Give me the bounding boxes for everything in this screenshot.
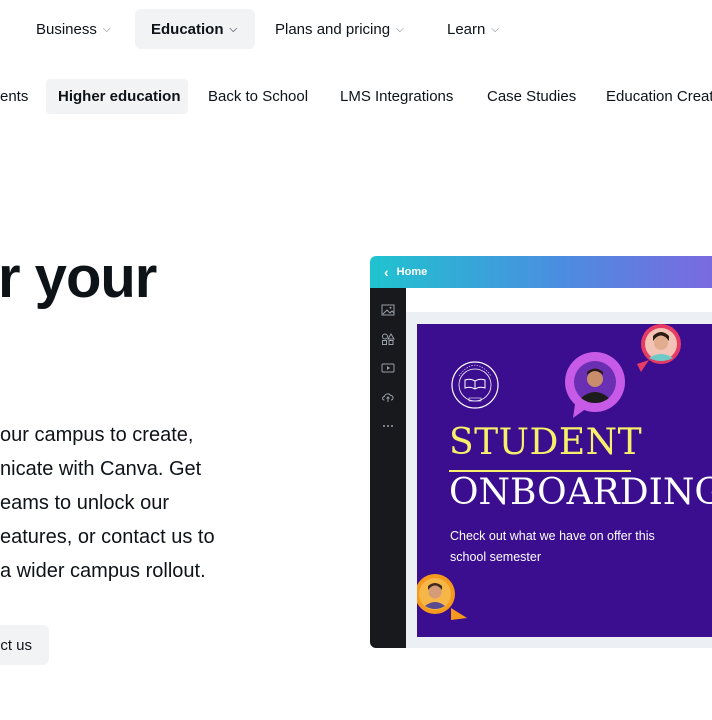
editor-preview: ‹ Home STUDENT ONBOARDING Check out what… — [370, 256, 712, 648]
nav-education[interactable]: Education ⌵ — [135, 9, 255, 49]
avatar-center — [565, 352, 625, 418]
hero-description: our campus to create, nicate with Canva.… — [0, 418, 260, 588]
nav-plans-and-pricing[interactable]: Plans and pricing ⌵ — [259, 9, 420, 49]
chevron-down-icon: ⌵ — [491, 23, 499, 35]
poster-title-student: STUDENT — [449, 422, 643, 463]
chevron-down-icon: ⌵ — [229, 23, 238, 35]
upload-icon[interactable] — [381, 391, 395, 403]
chevron-left-icon[interactable]: ‹ — [384, 264, 389, 280]
top-navigation: Business ⌵ Education ⌵ Plans and pricing… — [0, 9, 712, 49]
editor-home-link[interactable]: Home — [397, 266, 428, 278]
contact-us-button[interactable]: ct us — [0, 625, 49, 665]
chevron-down-icon: ⌵ — [102, 23, 111, 35]
subnav-item-lms-integrations[interactable]: LMS Integrations — [328, 79, 465, 114]
hero-line: our campus to create, — [0, 424, 194, 446]
nav-plans-label: Plans and pricing — [275, 20, 391, 38]
avatar-bottom-left — [417, 574, 467, 620]
nav-business-label: Business — [36, 20, 97, 38]
avatar-top-right — [637, 324, 681, 372]
hero-line: nicate with Canva. Get — [0, 458, 202, 480]
subnav-item-back-to-school[interactable]: Back to School — [196, 79, 320, 114]
design-poster[interactable]: STUDENT ONBOARDING Check out what we hav… — [417, 324, 712, 637]
poster-title-onboarding: ONBOARDING — [449, 472, 712, 513]
subnav-item-higher-education[interactable]: Higher education — [46, 79, 188, 114]
nav-business[interactable]: Business ⌵ — [20, 9, 126, 49]
subnav-item-case-studies[interactable]: Case Studies — [475, 79, 588, 114]
subnav-label: Back to School — [208, 88, 309, 105]
subnav-item-students[interactable]: ents — [0, 79, 40, 114]
subnav-label: ents — [0, 88, 29, 105]
more-icon[interactable] — [381, 420, 395, 432]
subnav-label: LMS Integrations — [340, 88, 454, 105]
subnav-label: Education Creat — [606, 88, 712, 105]
editor-header: ‹ Home — [370, 256, 712, 288]
elements-icon[interactable] — [381, 333, 395, 345]
nav-learn[interactable]: Learn ⌵ — [431, 9, 515, 49]
subnav-item-education-creators[interactable]: Education Creat — [594, 79, 712, 114]
hero-line: a wider campus rollout. — [0, 560, 206, 582]
nav-education-label: Education — [151, 20, 224, 38]
nav-learn-label: Learn — [447, 20, 486, 38]
subnav-label: Case Studies — [487, 88, 577, 105]
poster-description: Check out what we have on offer this sch… — [450, 529, 655, 564]
university-seal-icon — [451, 361, 499, 409]
contact-us-label: ct us — [0, 636, 32, 654]
video-icon[interactable] — [381, 362, 395, 374]
sub-navigation: ents Higher education Back to School LMS… — [0, 79, 712, 114]
chevron-down-icon: ⌵ — [396, 23, 404, 35]
hero-title: r your — [0, 245, 157, 310]
hero-line: eatures, or contact us to — [0, 526, 215, 548]
hero-line: eams to unlock our — [0, 492, 169, 514]
subnav-label: Higher education — [58, 88, 181, 105]
editor-sidebar — [370, 288, 406, 648]
image-icon[interactable] — [381, 304, 395, 316]
